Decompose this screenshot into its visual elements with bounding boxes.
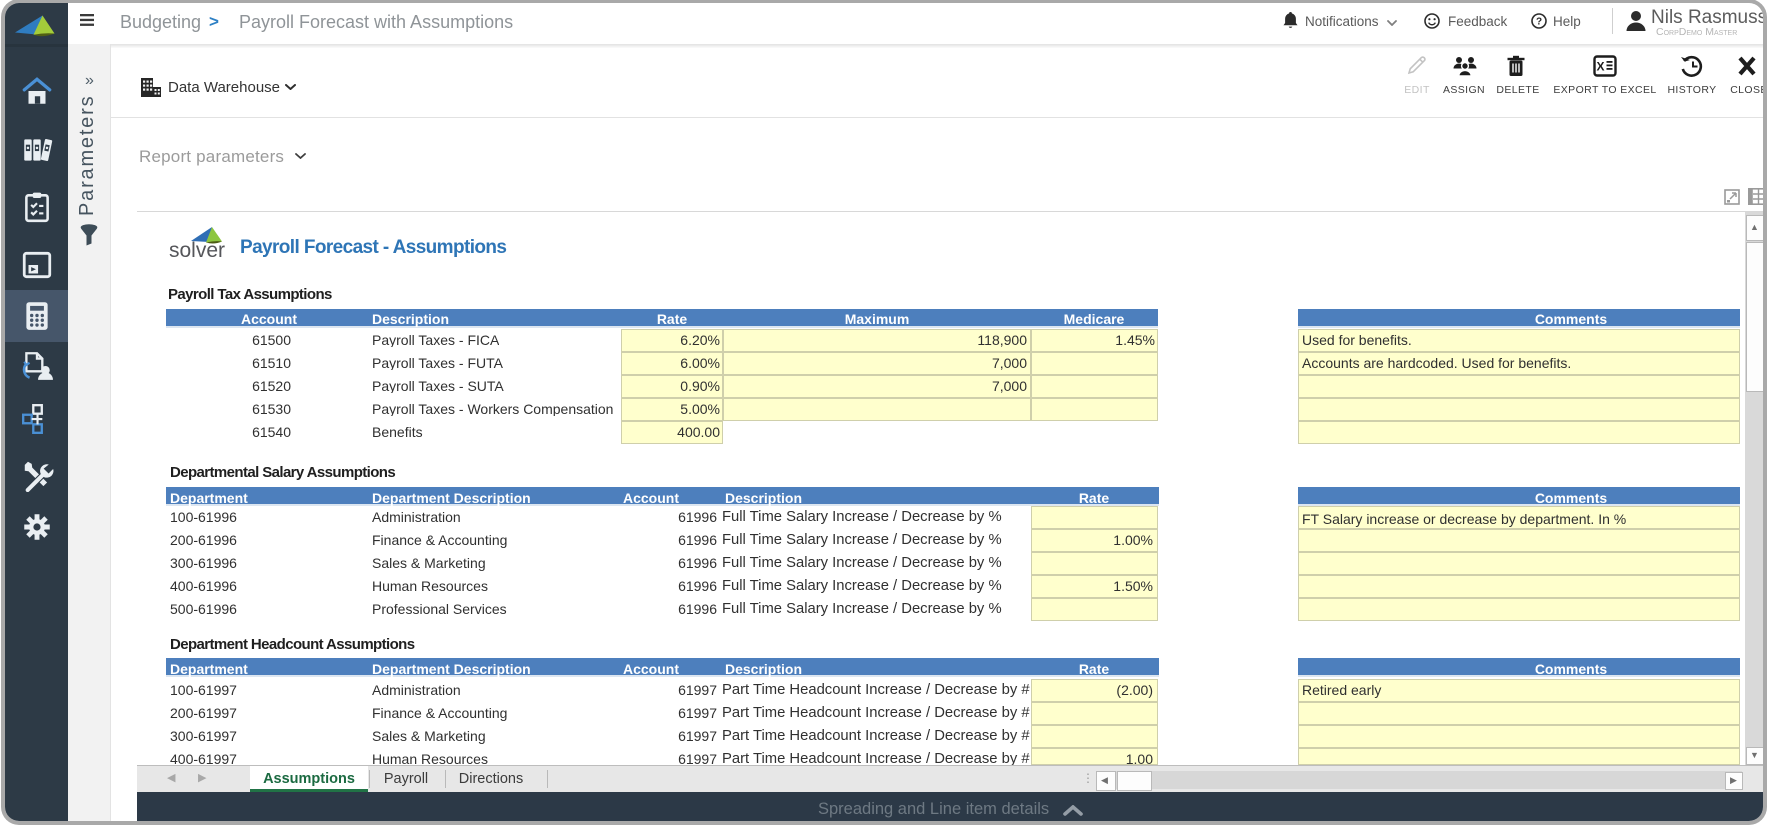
svg-text:X: X [1596, 60, 1604, 74]
svg-text:?: ? [1536, 17, 1542, 28]
